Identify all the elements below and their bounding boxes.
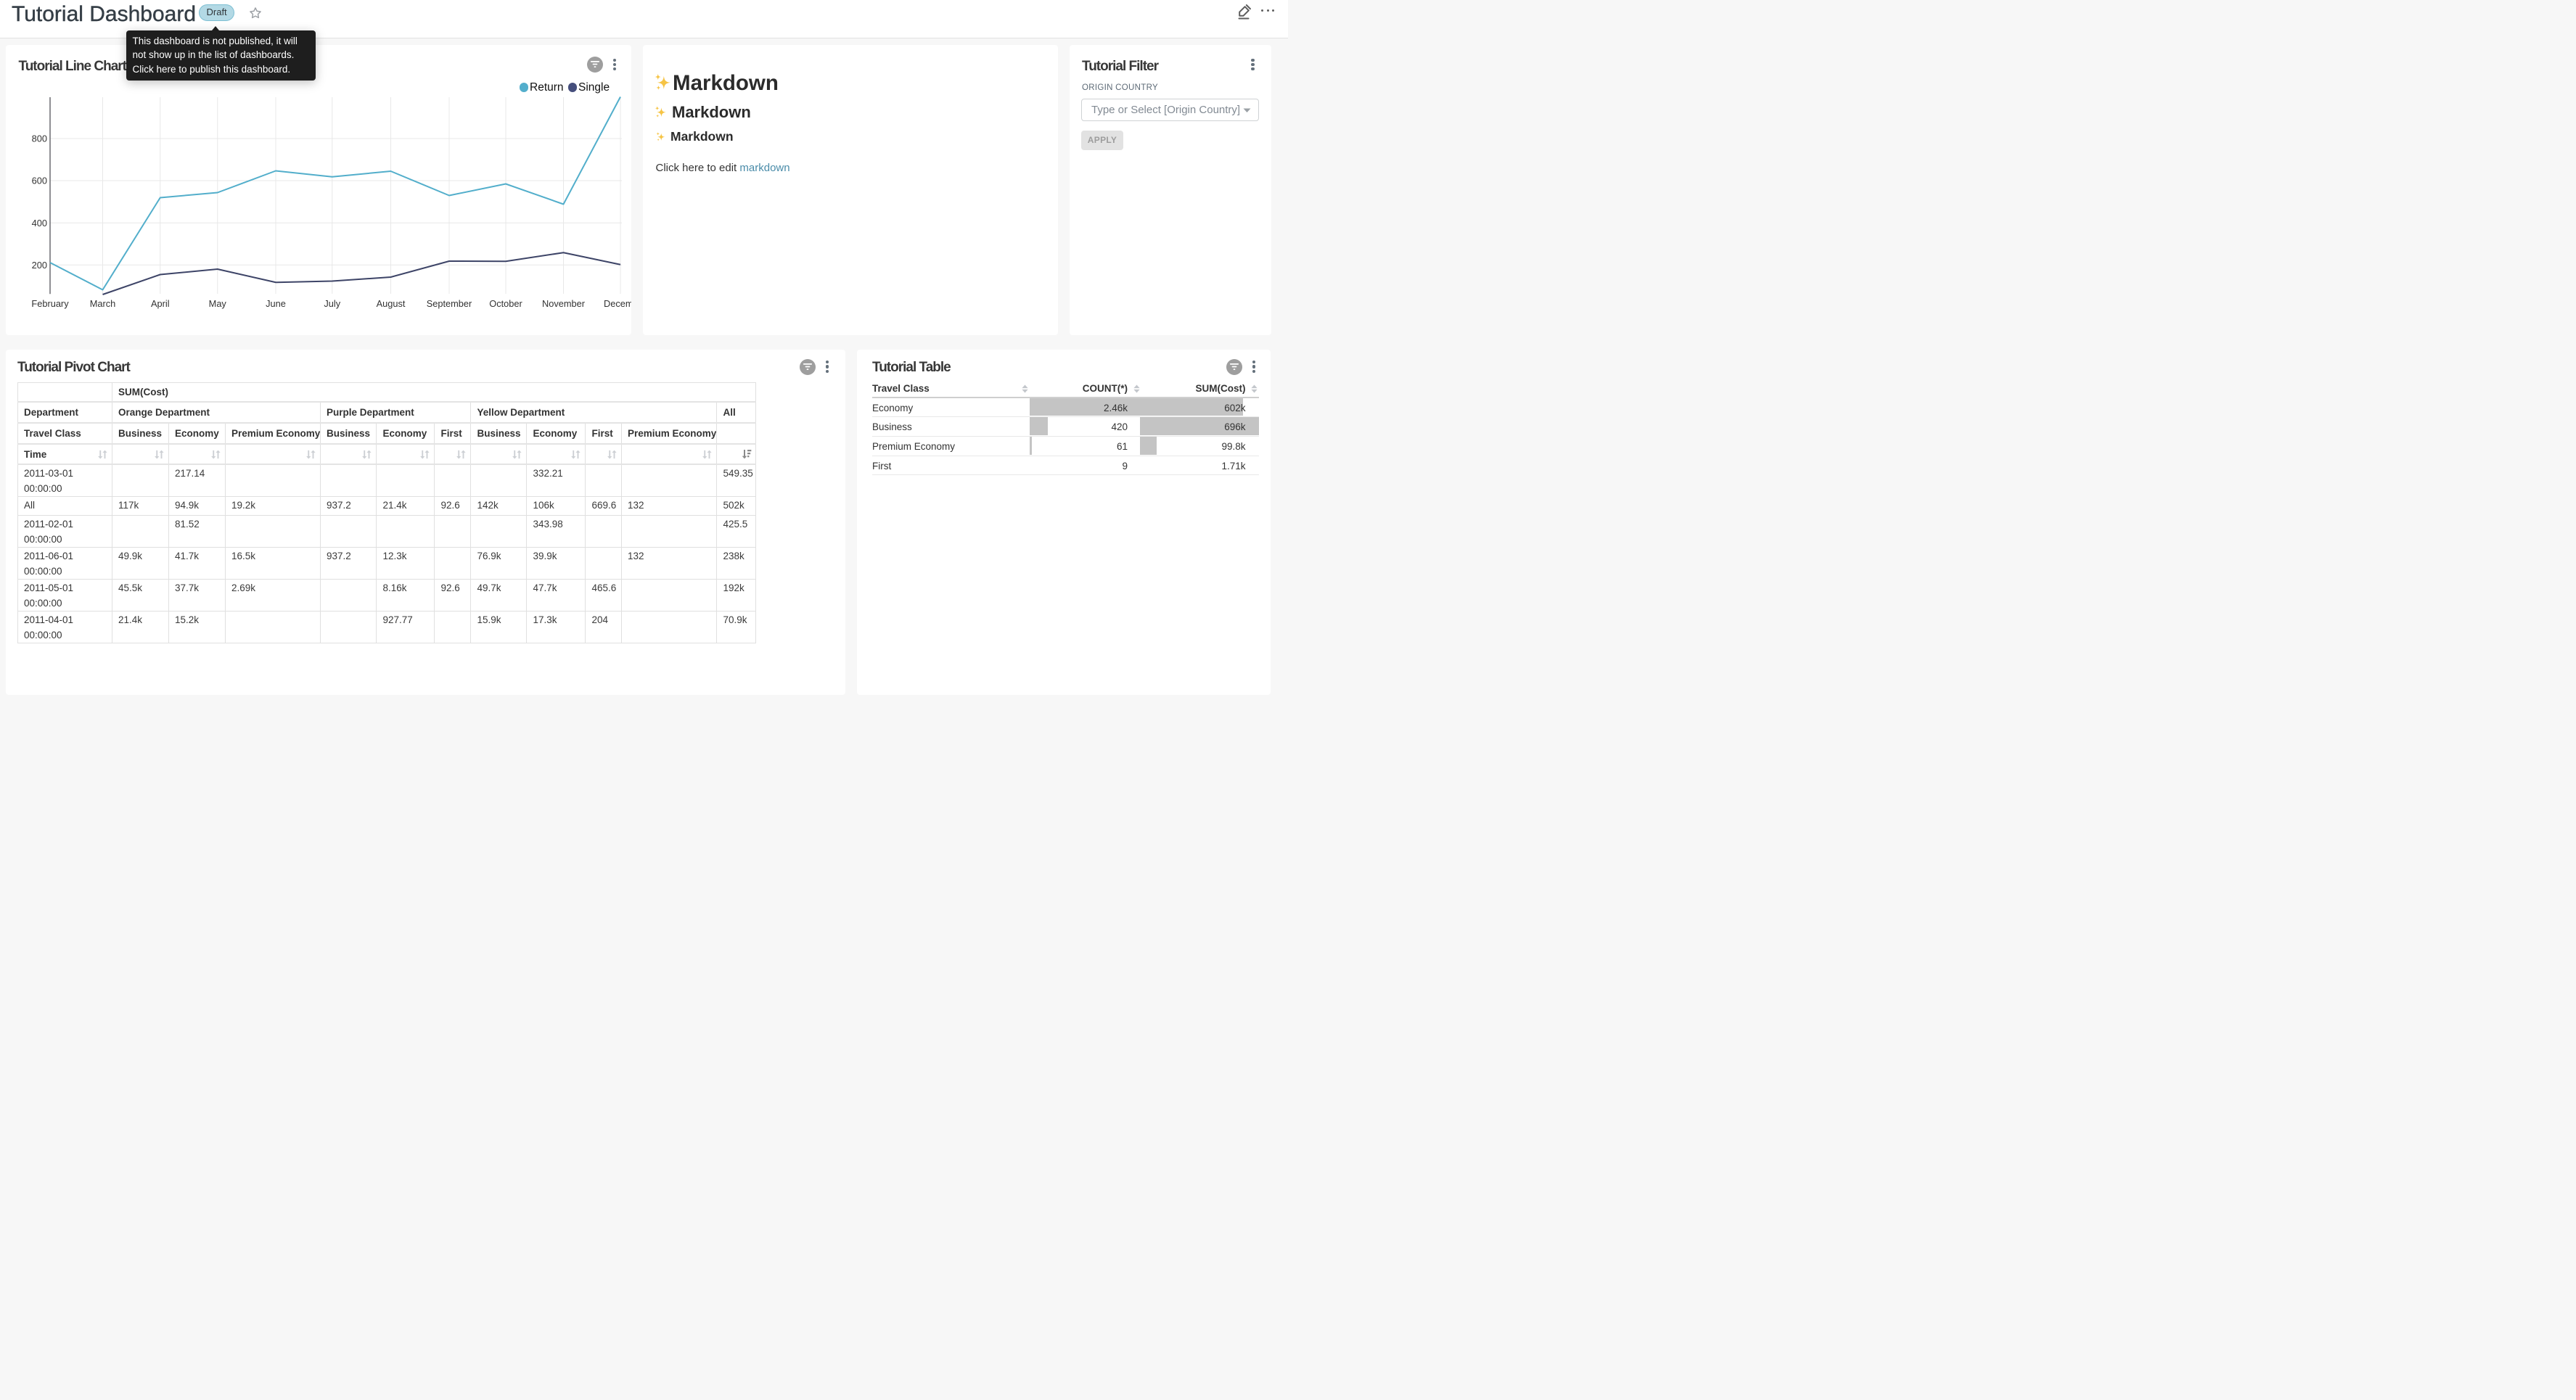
svg-text:February: February (31, 298, 69, 309)
svg-text:September: September (427, 298, 472, 309)
svg-text:March: March (90, 298, 116, 309)
svg-text:November: November (542, 298, 586, 309)
svg-text:October: October (489, 298, 522, 309)
svg-text:800: 800 (32, 133, 47, 144)
svg-text:April: April (151, 298, 170, 309)
svg-text:600: 600 (32, 176, 47, 186)
svg-text:May: May (209, 298, 227, 309)
svg-text:400: 400 (32, 218, 47, 228)
svg-text:August: August (377, 298, 406, 309)
svg-text:July: July (324, 298, 340, 309)
svg-text:200: 200 (32, 260, 47, 271)
svg-text:Decem: Decem (604, 298, 631, 309)
svg-text:June: June (266, 298, 286, 309)
